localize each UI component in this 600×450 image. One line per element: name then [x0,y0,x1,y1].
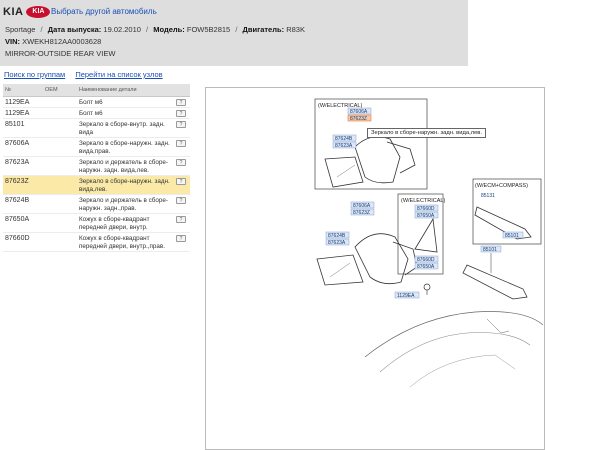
logo-text: KIA [3,5,24,18]
part-name: Зеркало в сборе-наружн. задн. вида,лев. [77,175,174,195]
model-label: Модель: [153,25,185,34]
col-info [174,84,190,97]
release-label: Дата выпуска: [47,25,102,34]
part-oem [43,107,77,119]
logo-oval: KIA [26,5,51,18]
box-ecm: (W/ECM+COMPASS) [475,183,528,189]
header-bar: KIA KIA Выбрать другой автомобиль Sporta… [0,0,468,66]
col-oem: OEM [43,84,77,97]
label-87660d-top: 87660D [417,206,435,212]
part-oem [43,232,77,252]
info-icon[interactable]: ? [176,234,186,242]
table-row[interactable]: 87624B Зеркало и держатель в сборе-наруж… [3,194,190,214]
release-value: 19.02.2010 [103,25,141,34]
col-part-name: Наименование детали [77,84,174,97]
label-87623z-top: 87623Z [350,116,367,122]
info-icon[interactable]: ? [176,139,186,147]
part-oem [43,96,77,108]
part-code: 1129EA [3,96,43,108]
label-85131: 85131 [481,193,495,199]
part-code: 87623Z [3,175,43,195]
vin-row: VIN: XWEKH812AA0003628 [5,37,101,46]
label-87650a-top: 87650A [417,213,435,219]
section-title: MIRROR-OUTSIDE REAR VIEW [5,49,116,58]
part-tooltip: Зеркало в сборе-наружн. задн. вида,лев. [367,128,486,138]
label-87660d-bot: 87660D [417,257,435,263]
vehicle-info-row: Sportage / Дата выпуска: 19.02.2010 / Мо… [5,25,305,34]
kia-logo: KIA KIA [3,5,51,18]
part-oem [43,213,77,233]
model-value: FOW5B2815 [186,25,231,34]
table-row[interactable]: 1129EA Болт м6 ? [3,96,190,108]
label-87624b-top: 87624B [335,136,353,142]
change-car-link[interactable]: Выбрать другой автомобиль [51,7,157,16]
part-code: 87660D [3,232,43,252]
table-row[interactable]: 87650A Кожух в сборе-квадрант передней д… [3,213,190,233]
table-row[interactable]: 85101 Зеркало в сборе-внутр. задн. вида … [3,118,190,138]
engine-value: R83K [286,25,305,34]
info-icon[interactable]: ? [176,109,186,117]
part-code: 85101 [3,118,43,138]
label-85101-b: 85101 [483,247,497,253]
label-87624b-mid: 87624B [328,233,346,239]
label-87623a-mid: 87623A [328,240,346,246]
part-name: Болт м6 [77,107,174,119]
info-icon[interactable]: ? [176,196,186,204]
label-87650a-bot: 87650A [417,264,435,270]
vin-value: XWEKH812AA0003628 [22,37,102,46]
box-electrical-2: (W/ELECTRICAL) [401,198,445,204]
part-name: Болт м6 [77,96,174,108]
info-icon[interactable]: ? [176,158,186,166]
label-1129ea: 1129EA [397,293,415,299]
part-oem [43,156,77,176]
engine-label: Двигатель: [242,25,285,34]
table-row[interactable]: 87660D Кожух в сборе-квадрант передней д… [3,232,190,252]
part-code: 87650A [3,213,43,233]
node-list-link[interactable]: Перейти на список узлов [75,70,162,79]
part-code: 87623A [3,156,43,176]
label-87606a-mid: 87606A [353,203,371,209]
part-name: Зеркало и держатель в сборе-наружн. задн… [77,156,174,176]
diagram-frame [205,87,545,450]
part-oem [43,194,77,214]
part-oem [43,118,77,138]
label-87623z-mid: 87623Z [353,210,370,216]
table-row[interactable]: 87623A Зеркало и держатель в сборе-наруж… [3,156,190,176]
part-name: Зеркало и держатель в сборе-наружн. задн… [77,194,174,214]
info-icon[interactable]: ? [176,215,186,223]
part-oem [43,137,77,157]
part-code: 1129EA [3,107,43,119]
table-row[interactable]: 87606A Зеркало в сборе-наружн. задн. вид… [3,137,190,157]
model-name: Sportage [5,25,36,34]
label-85101-a: 85101 [505,233,519,239]
parts-diagram: (W/ELECTRICAL) 87606A 87623Z 87624B 8762… [205,87,545,450]
col-number: № [3,84,43,97]
part-name: Зеркало в сборе-наружн. задн. вида,прав. [77,137,174,157]
part-name: Кожух в сборе-квадрант передней двери, в… [77,213,174,233]
label-87623a-top: 87623A [335,143,353,149]
table-header-row: № OEM Наименование детали [3,84,190,97]
table-row-selected[interactable]: 87623Z Зеркало в сборе-наружн. задн. вид… [3,175,190,195]
info-icon[interactable]: ? [176,120,186,128]
part-name: Кожух в сборе-квадрант передней двери, в… [77,232,174,252]
info-icon[interactable]: ? [176,177,186,185]
vin-label: VIN: [5,37,20,46]
part-oem [43,175,77,195]
parts-table: № OEM Наименование детали 1129EA Болт м6… [3,84,190,252]
part-code: 87624B [3,194,43,214]
diagram-canvas: (W/ELECTRICAL) 87606A 87623Z 87624B 8762… [205,87,545,450]
part-code: 87606A [3,137,43,157]
search-groups-link[interactable]: Поиск по группам [4,70,65,79]
part-name: Зеркало в сборе-внутр. задн. вида [77,118,174,138]
info-icon[interactable]: ? [176,98,186,106]
label-87606a-top: 87606A [350,109,368,115]
table-row[interactable]: 1129EA Болт м6 ? [3,107,190,119]
nav-links: Поиск по группам Перейти на список узлов [4,70,171,79]
